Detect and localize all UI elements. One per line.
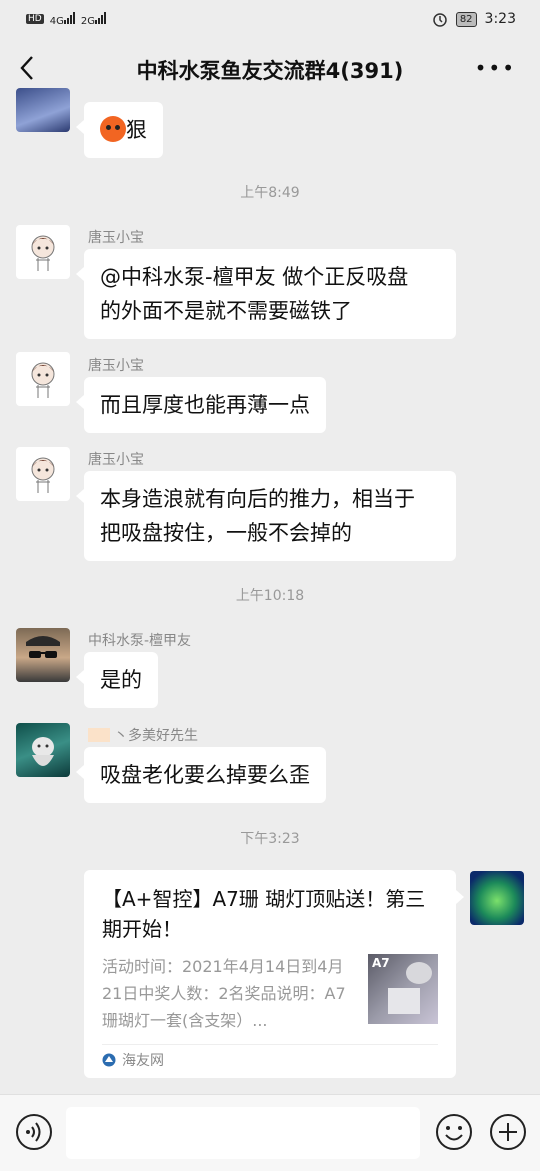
link-card-thumbnail: A7 [368, 954, 438, 1024]
chat-header: 中科水泵鱼友交流群4(391) ••• [0, 38, 540, 102]
message-bubble[interactable]: 吸盘老化要么掉要么歪 [76, 747, 326, 803]
my-avatar[interactable] [470, 871, 524, 925]
message-text-line: 的外面不是就不需要磁铁了 [100, 299, 352, 323]
source-logo-icon [102, 1053, 116, 1067]
message-text: 狠 [126, 118, 147, 142]
message-text: 吸盘老化要么掉要么歪 [100, 763, 310, 787]
avatar[interactable] [16, 628, 70, 682]
message-bubble[interactable]: 是的 [76, 652, 158, 708]
message-text: 是的 [100, 668, 142, 692]
avatar[interactable] [16, 225, 70, 279]
chat-title: 中科水泵鱼友交流群4(391) [136, 59, 404, 83]
link-card-source: 海友网 [102, 1050, 164, 1070]
message-bubble[interactable]: 本身造浪就有向后的推力，相当于 把吸盘按住，一般不会掉的 [76, 471, 456, 561]
message-text-line: 本身造浪就有向后的推力，相当于 [100, 487, 415, 511]
thumbnail-label: A7 [372, 956, 390, 970]
timestamp: 上午10:18 [235, 588, 305, 604]
battery-level: 82 [455, 11, 477, 27]
sender-name: 唐玉小宝 [88, 230, 144, 246]
sender-name-text: 丶多美好先生 [114, 728, 198, 744]
clock: 3:23 [484, 11, 516, 27]
add-icon[interactable] [488, 1112, 528, 1152]
link-card-description: 活动时间：2021年4月14日到4月21日中奖人数：2名奖品说明：A7珊瑚灯一套… [102, 957, 346, 1030]
hd-icon: HD [26, 14, 44, 24]
sender-name: 丶多美好先生 [88, 725, 198, 745]
link-card-title: 【A+智控】A7珊 瑚灯顶贴送！第三期开始！ [102, 887, 426, 941]
avatar[interactable] [16, 723, 70, 777]
link-card[interactable]: 【A+智控】A7珊 瑚灯顶贴送！第三期开始！ 活动时间：2021年4月14日到4… [84, 870, 464, 1078]
signal-2g-icon: 2G [81, 11, 106, 27]
more-options-button[interactable]: ••• [475, 56, 516, 80]
sender-name: 唐玉小宝 [88, 358, 144, 374]
avatar[interactable] [16, 352, 70, 406]
input-bar [0, 1094, 540, 1171]
timestamp: 上午8:49 [240, 185, 300, 201]
flower-emoji-icon [88, 728, 110, 742]
divider [102, 1044, 438, 1045]
status-bar: HD 4G 2G 82 3:23 [0, 0, 540, 38]
avatar[interactable] [16, 447, 70, 501]
message-text-line: 把吸盘按住，一般不会掉的 [100, 521, 352, 545]
network-indicators: HD 4G 2G [0, 11, 106, 27]
message-text: 而且厚度也能再薄一点 [100, 393, 310, 417]
message-bubble[interactable]: 而且厚度也能再薄一点 [76, 377, 326, 433]
back-arrow-icon[interactable] [14, 54, 42, 82]
angry-emoji-icon [100, 116, 126, 142]
message-text-line: @中科水泵-檀甲友 做个正反吸盘 [100, 265, 409, 289]
source-name: 海友网 [122, 1053, 164, 1069]
voice-input-icon[interactable] [14, 1112, 54, 1152]
alarm-icon [433, 13, 447, 27]
sender-name: 中科水泵-檀甲友 [88, 633, 192, 649]
message-bubble[interactable]: 狠 [76, 102, 163, 158]
message-input[interactable] [66, 1107, 420, 1159]
avatar[interactable] [16, 88, 70, 132]
timestamp: 下午3:23 [240, 831, 300, 847]
emoji-icon[interactable] [434, 1112, 474, 1152]
signal-4g-icon: 4G [50, 11, 75, 27]
message-bubble[interactable]: @中科水泵-檀甲友 做个正反吸盘 的外面不是就不需要磁铁了 [76, 249, 456, 339]
sender-name: 唐玉小宝 [88, 452, 144, 468]
